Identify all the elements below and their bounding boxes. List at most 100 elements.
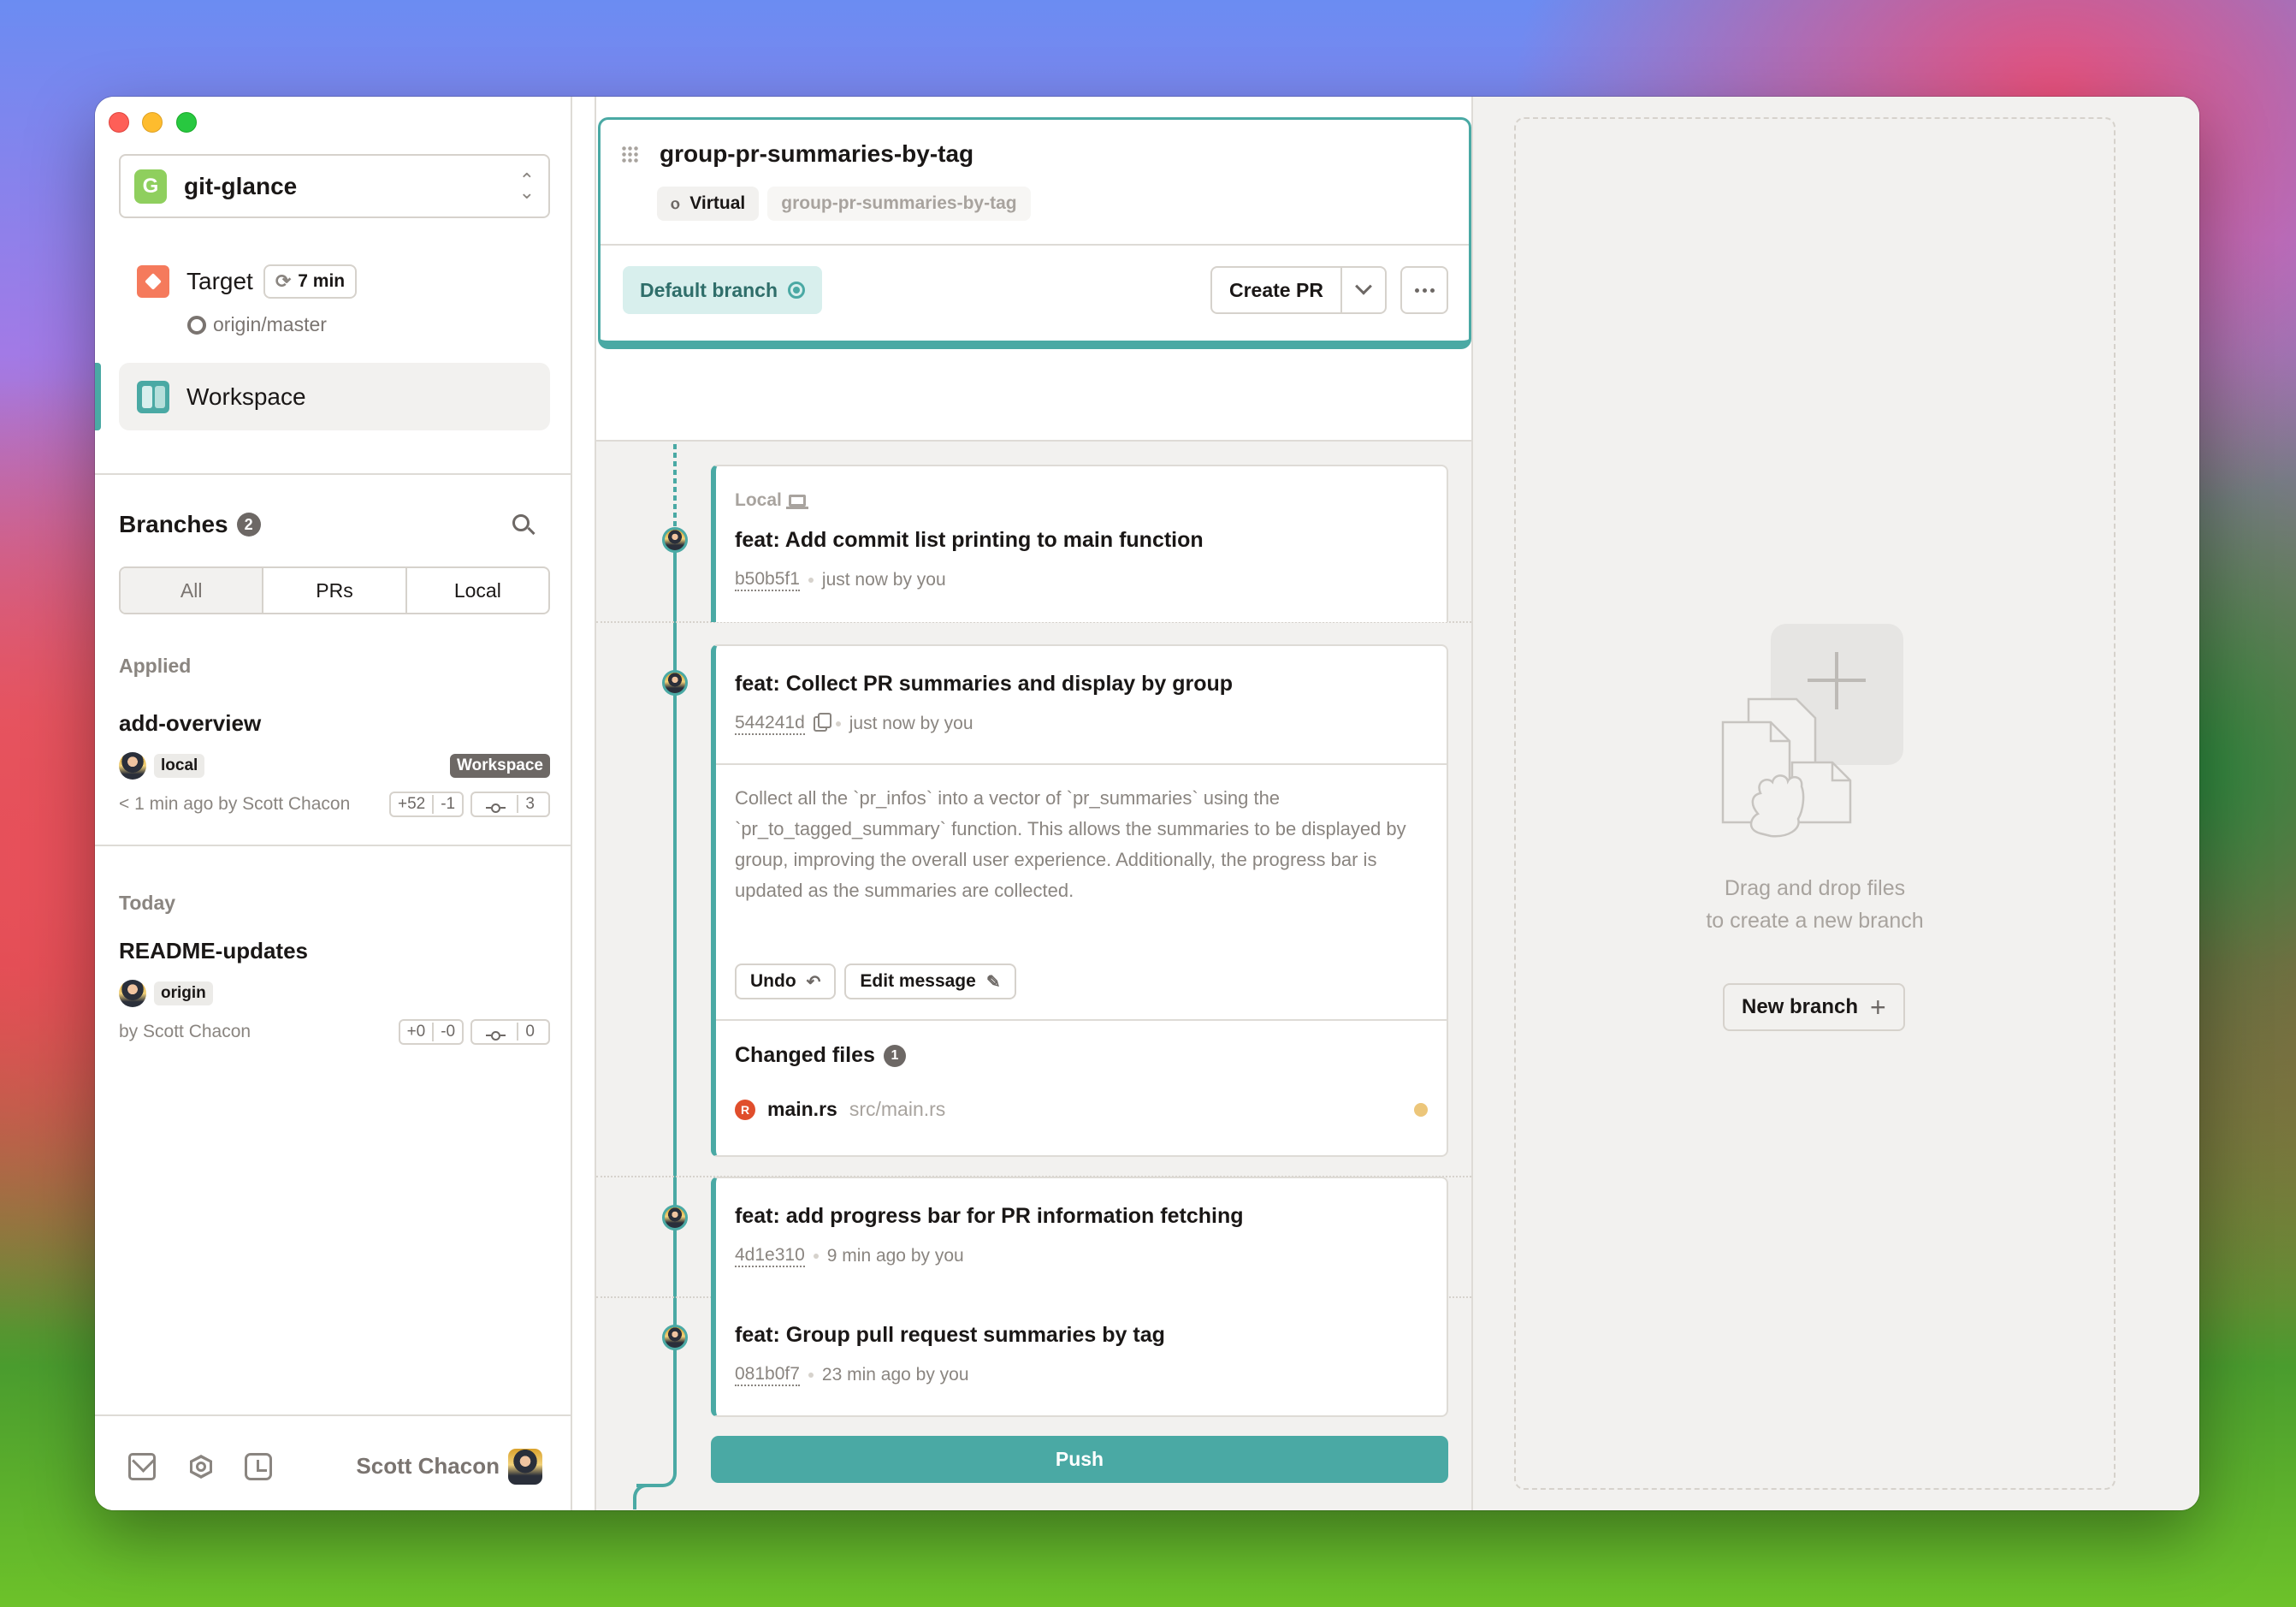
filter-prs[interactable]: PRs [262, 568, 405, 613]
divider [716, 1019, 1447, 1021]
lane-title[interactable]: group-pr-summaries-by-tag [660, 140, 973, 168]
commit-title: feat: Collect PR summaries and display b… [735, 672, 1234, 696]
target-ring-icon [788, 282, 806, 299]
commit-sha[interactable]: 544241d [735, 713, 805, 735]
drop-zone-hint: Drag and drop files to create a new bran… [1516, 872, 2114, 937]
user-name[interactable]: Scott Chacon [356, 1453, 500, 1480]
sync-button[interactable]: ⟳ 7 min [263, 264, 358, 299]
commit-icon [479, 803, 512, 813]
group-label-today: Today [119, 892, 176, 914]
graph-base-curve [633, 1484, 650, 1509]
more-options-button[interactable] [1400, 266, 1448, 314]
branch-item[interactable]: add-overview local Workspace < 1 min ago… [119, 710, 550, 817]
app-window: G git-glance ⌃ ⌄ Target ⟳ 7 min origin/ma… [95, 97, 2199, 1510]
laptop-icon [785, 495, 808, 509]
copy-icon[interactable] [813, 713, 831, 732]
workspace-icon [137, 380, 169, 413]
commit-count: 0 [470, 1019, 550, 1045]
target-row[interactable]: Target ⟳ 7 min [137, 264, 358, 299]
diff-stats: +0 -0 [398, 1019, 465, 1045]
minimize-window-button[interactable] [142, 112, 163, 133]
commit-node-avatar [662, 1325, 688, 1350]
filter-local[interactable]: Local [405, 568, 548, 613]
branch-name: add-overview [119, 710, 262, 736]
push-button[interactable]: Push [711, 1436, 1448, 1483]
sidebar: G git-glance ⌃ ⌄ Target ⟳ 7 min origin/ma… [95, 97, 572, 1510]
project-selector[interactable]: G git-glance ⌃ ⌄ [119, 154, 550, 218]
create-pr-button[interactable]: Create PR [1212, 268, 1340, 312]
edit-message-button[interactable]: Edit message ✎ [844, 964, 1016, 999]
local-label: Local [735, 490, 808, 511]
remote-name: origin/master [213, 313, 327, 335]
commit-title: feat: add progress bar for PR informatio… [735, 1204, 1244, 1228]
chevron-up-down-icon: ⌃ ⌄ [518, 169, 535, 203]
project-logo: G [134, 169, 167, 204]
workspace-label: Workspace [186, 382, 306, 410]
branch-item[interactable]: README-updates origin by Scott Chacon +0… [119, 938, 550, 1045]
chevron-down-icon [1355, 277, 1372, 295]
branch-icon: ⲟ [671, 193, 680, 213]
undo-icon: ↶ [806, 972, 821, 992]
branch-name: README-updates [119, 938, 309, 964]
close-window-button[interactable] [109, 112, 129, 133]
commit-count: 3 [470, 792, 550, 817]
group-label-applied: Applied [119, 655, 192, 677]
target-label: Target [186, 268, 253, 294]
branch-meta: < 1 min ago by Scott Chacon [119, 794, 351, 814]
branch-header-card: group-pr-summaries-by-tag ⲟ Virtual grou… [598, 117, 1471, 349]
branch-tag: origin [154, 981, 213, 1005]
default-branch-badge[interactable]: Default branch [623, 266, 823, 314]
file-path: src/main.rs [849, 1098, 946, 1120]
additions: +52 [398, 795, 426, 813]
default-branch-label: Default branch [640, 278, 778, 301]
project-name: git-glance [184, 172, 298, 199]
changed-files-count: 1 [883, 1044, 906, 1067]
branch-ref-chip: group-pr-summaries-by-tag [767, 187, 1031, 221]
commit-meta: b50b5f1 just now by you [735, 569, 946, 591]
commit-sha[interactable]: 4d1e310 [735, 1245, 805, 1267]
new-branch-button[interactable]: New branch + [1723, 983, 1905, 1031]
branch-tag: local [154, 754, 205, 778]
commit-sha[interactable]: b50b5f1 [735, 569, 800, 591]
plus-icon: + [1870, 992, 1886, 1023]
file-name: main.rs [767, 1098, 837, 1120]
changed-files-header: Changed files 1 [735, 1043, 906, 1068]
commit-icon [479, 1030, 512, 1041]
create-pr-dropdown[interactable] [1340, 268, 1385, 312]
drag-handle-icon[interactable] [621, 145, 638, 164]
deletions: -1 [432, 795, 462, 814]
commit-card-expanded[interactable]: feat: Collect PR summaries and display b… [711, 644, 1448, 1157]
file-row[interactable]: R main.rs src/main.rs [735, 1098, 1428, 1121]
additions: +0 [406, 1023, 426, 1041]
hint-line-2: to create a new branch [1706, 909, 1924, 933]
drop-zone[interactable]: Drag and drop files to create a new bran… [1514, 117, 2116, 1490]
graph-line-local [673, 444, 677, 538]
sidebar-footer: Scott Chacon [95, 1414, 571, 1510]
search-icon[interactable] [509, 511, 536, 538]
commit-card[interactable]: feat: Group pull request summaries by ta… [711, 1297, 1448, 1417]
commit-meta: 4d1e310 9 min ago by you [735, 1245, 964, 1267]
commit-node-avatar [662, 670, 688, 696]
history-icon[interactable] [245, 1453, 272, 1480]
zoom-window-button[interactable] [176, 112, 197, 133]
commit-card[interactable]: feat: add progress bar for PR informatio… [711, 1177, 1448, 1297]
pencil-icon: ✎ [985, 972, 1001, 992]
rust-file-icon: R [735, 1099, 755, 1120]
filter-all[interactable]: All [121, 568, 263, 613]
settings-icon[interactable] [187, 1453, 215, 1480]
modified-status-dot [1414, 1102, 1428, 1117]
sidebar-item-workspace[interactable]: Workspace [119, 363, 550, 430]
commit-sha[interactable]: 081b0f7 [735, 1364, 800, 1386]
active-indicator [95, 363, 101, 430]
commit-card[interactable]: Local feat: Add commit list printing to … [711, 465, 1448, 622]
user-avatar[interactable] [508, 1449, 542, 1485]
diff-stats: +52 -1 [389, 792, 465, 817]
sync-time: 7 min [298, 271, 346, 291]
divider [95, 845, 571, 846]
hint-line-1: Drag and drop files [1724, 876, 1906, 900]
mail-icon[interactable] [128, 1453, 156, 1480]
branch-filter: All PRs Local [119, 566, 550, 614]
target-icon [137, 265, 169, 298]
undo-button[interactable]: Undo ↶ [735, 964, 837, 999]
branch-meta: by Scott Chacon [119, 1022, 251, 1041]
